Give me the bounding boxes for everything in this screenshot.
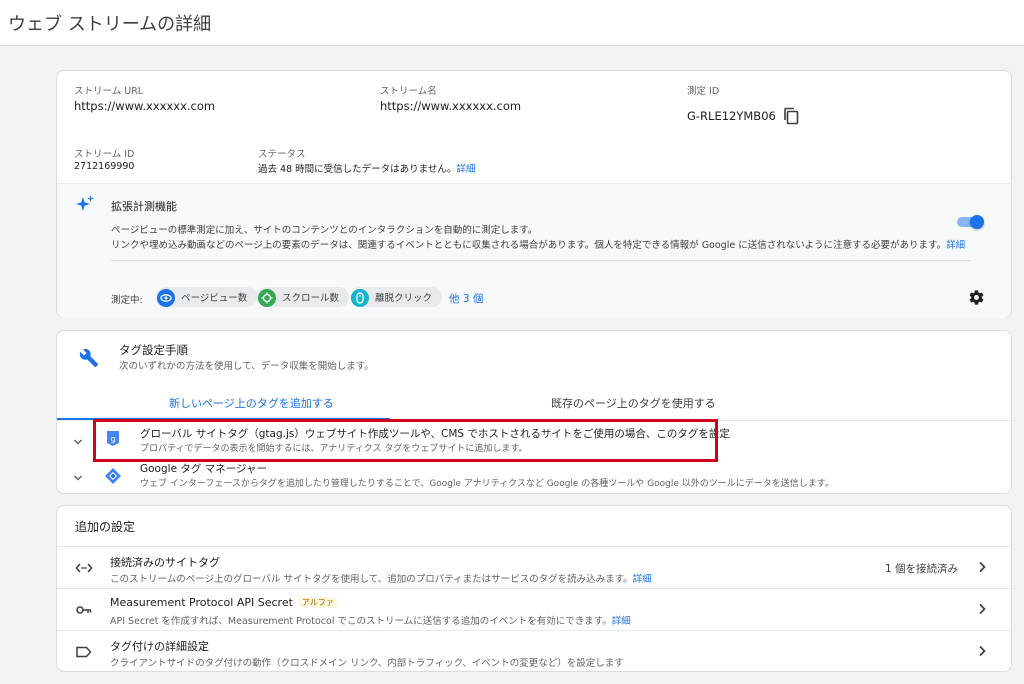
enhanced-desc-text: リンクや埋め込み動画などのページ上の要素のデータは、関連するイベントとともに収集… [111, 240, 947, 251]
measurement-id-value: G-RLE12YMB06 [687, 109, 776, 123]
wrench-icon [79, 348, 99, 368]
chevron-right-icon[interactable] [975, 644, 989, 658]
tag-setup-card: タグ設定手順 次のいずれかの方法を使用して、データ収集を開始します。 新しいペー… [56, 330, 1012, 494]
eye-icon [157, 288, 175, 307]
enhanced-measurement-title: 拡張計測機能 [111, 200, 177, 213]
copy-icon[interactable] [783, 107, 799, 125]
chip-page-views: ページビュー数 [156, 287, 258, 307]
tag-manager-icon [105, 468, 121, 484]
row-desc: このストリームのページ上のグローバル サイトタグを使用して、追加のプロパティまた… [110, 571, 652, 585]
chip-label: スクロール数 [282, 293, 340, 304]
status-value: 過去 48 時間に受信したデータはありません。詳細 [258, 161, 475, 175]
connected-count: 1 個を接続済み [885, 563, 959, 575]
code-icon [75, 563, 93, 573]
gtm-option-title[interactable]: Google タグ マネージャー [140, 461, 267, 476]
row-desc-text: API Secret を作成すれば、Measurement Protocol で… [110, 616, 612, 627]
measuring-label: 測定中: [111, 295, 143, 306]
measurement-protocol-row[interactable]: Measurement Protocol API Secret アルファ API … [57, 588, 1011, 630]
key-icon [76, 606, 92, 614]
chevron-down-icon[interactable] [73, 473, 83, 483]
label-icon [76, 646, 92, 658]
alpha-badge: アルファ [298, 597, 337, 608]
row-desc-text: このストリームのページ上のグローバル サイトタグを使用して、追加のプロパティまた… [110, 574, 633, 585]
additional-settings-title: 追加の設定 [75, 520, 136, 534]
stream-id-value: 2712169990 [74, 161, 135, 172]
enhanced-measurement-desc: ページビューの標準測定に加え、サイトのコンテンツとのインタラクションを自動的に測… [111, 225, 538, 236]
stream-details-card: ストリーム URL https://www.xxxxxx.com ストリーム名 … [56, 70, 1012, 318]
stream-url-value: https://www.xxxxxx.com [74, 99, 216, 113]
chevron-right-icon[interactable] [975, 602, 989, 616]
connected-site-tags-row[interactable]: 接続済みのサイトタグ このストリームのページ上のグローバル サイトタグを使用して… [57, 546, 1011, 588]
stream-name-value: https://www.xxxxxx.com [380, 99, 522, 113]
row-learn-more-link[interactable]: 詳細 [612, 616, 631, 627]
row-title: Measurement Protocol API Secret アルファ [110, 596, 337, 609]
chevron-right-icon[interactable] [975, 560, 989, 574]
chip-label: 離脱クリック [375, 293, 433, 304]
enhanced-measurement-section: 拡張計測機能 ページビューの標準測定に加え、サイトのコンテンツとのインタラクショ… [57, 183, 1011, 318]
row-title-text: Measurement Protocol API Secret [110, 596, 293, 609]
tag-setup-title: タグ設定手順 [119, 343, 188, 357]
chip-scrolls: スクロール数 [257, 287, 350, 307]
gear-icon[interactable] [968, 289, 985, 306]
stream-id-label: ストリーム ID [74, 149, 135, 160]
tab-use-existing-tag[interactable]: 既存のページ上のタグを使用する [551, 395, 716, 411]
toggle-knob [970, 215, 984, 229]
enhanced-learn-more-link[interactable]: 詳細 [946, 240, 965, 251]
row-title: タグ付けの詳細設定 [110, 640, 209, 653]
tagging-settings-row[interactable]: タグ付けの詳細設定 クライアントサイドのタグ付けの動作（クロスドメイン リンク、… [57, 630, 1011, 672]
stream-name-label: ストリーム名 [380, 86, 437, 97]
top-bar: ウェブ ストリームの詳細 [0, 0, 1024, 46]
chevron-down-icon[interactable] [73, 437, 83, 447]
gtm-option-desc: ウェブ インターフェースからタグを追加したり管理したりすることで、Google … [140, 479, 834, 489]
mouse-icon [351, 288, 369, 307]
measurement-id-label: 測定 ID [687, 86, 720, 97]
tag-setup-subtitle: 次のいずれかの方法を使用して、データ収集を開始します。 [119, 361, 374, 372]
row-desc: API Secret を作成すれば、Measurement Protocol で… [110, 613, 631, 627]
stream-url-label: ストリーム URL [74, 86, 144, 97]
status-label: ステータス [258, 149, 306, 160]
highlight-box [93, 419, 718, 462]
enhanced-measurement-desc-2: リンクや埋め込み動画などのページ上の要素のデータは、関連するイベントとともに収集… [111, 237, 965, 251]
row-learn-more-link[interactable]: 詳細 [633, 574, 652, 585]
status-learn-more-link[interactable]: 詳細 [456, 164, 475, 175]
more-events-link[interactable]: 他 3 個 [449, 291, 483, 306]
sparkle-icon [76, 195, 94, 211]
row-desc: クライアントサイドのタグ付けの動作（クロスドメイン リンク、内部トラフィック、イ… [110, 658, 624, 669]
crosshair-icon [258, 288, 276, 307]
chip-outbound-clicks: 離脱クリック [350, 287, 443, 307]
status-text: 過去 48 時間に受信したデータはありません。 [258, 164, 457, 175]
row-title: 接続済みのサイトタグ [110, 556, 220, 569]
enhanced-measurement-toggle[interactable] [957, 215, 985, 229]
divider [111, 260, 971, 261]
tab-add-new-tag[interactable]: 新しいページ上のタグを追加する [169, 395, 334, 411]
chip-label: ページビュー数 [181, 293, 248, 304]
additional-settings-card: 追加の設定 接続済みのサイトタグ このストリームのページ上のグローバル サイトタ… [56, 505, 1012, 672]
page-title: ウェブ ストリームの詳細 [8, 14, 212, 35]
